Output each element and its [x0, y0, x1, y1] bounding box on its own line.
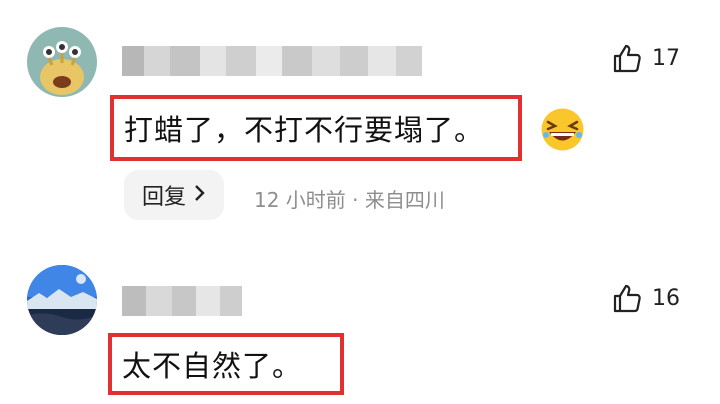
like-count: 17	[652, 45, 680, 71]
avatar[interactable]	[27, 265, 97, 335]
like-button[interactable]: 17	[612, 43, 680, 73]
comment-text: 太不自然了。	[108, 333, 344, 395]
comment-meta: 12 小时前 · 来自四川	[254, 188, 445, 212]
reply-button[interactable]: 回复	[124, 170, 224, 220]
avatar[interactable]	[27, 27, 97, 97]
like-count: 16	[652, 285, 680, 311]
blurred-username	[122, 46, 422, 76]
thumbs-up-icon	[613, 44, 641, 73]
blurred-username	[122, 286, 242, 316]
reply-label: 回复	[141, 185, 186, 210]
laughing-emoji-icon	[540, 107, 585, 152]
thumbs-up-icon	[613, 284, 641, 313]
chevron-right-icon	[194, 183, 206, 208]
like-button[interactable]: 16	[612, 283, 680, 313]
comment-text: 打蜡了，不打不行要塌了。	[110, 95, 522, 161]
